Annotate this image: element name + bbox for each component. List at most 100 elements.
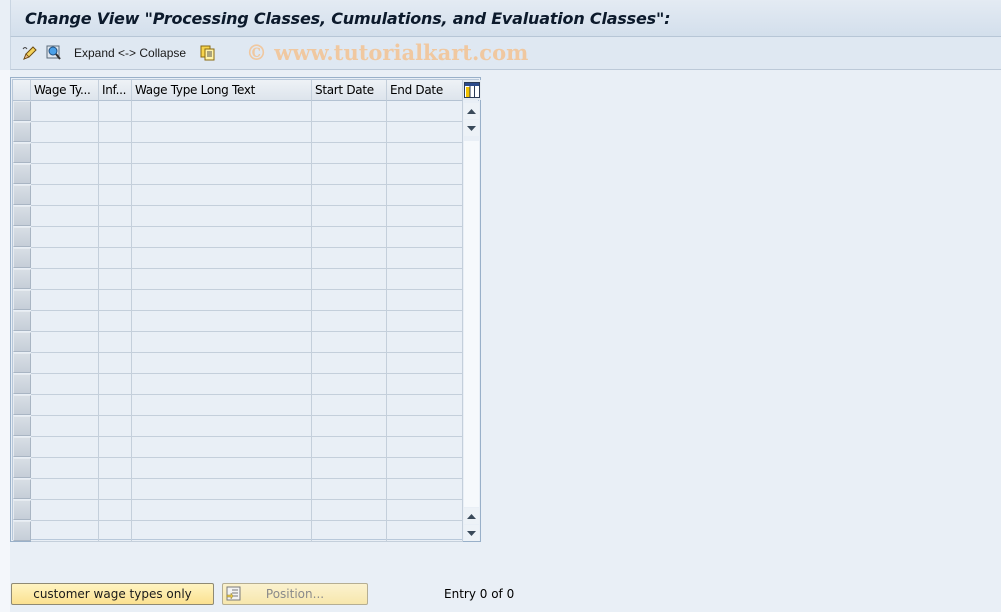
table-cell[interactable] — [31, 206, 99, 227]
row-selector[interactable] — [13, 353, 31, 373]
row-selector[interactable] — [13, 311, 31, 331]
row-selector[interactable] — [13, 374, 31, 394]
row-selector[interactable] — [13, 479, 31, 499]
table-cell[interactable] — [31, 500, 99, 521]
table-cell[interactable] — [387, 437, 463, 458]
table-cell[interactable] — [312, 227, 387, 248]
table-cell[interactable] — [387, 185, 463, 206]
table-cell[interactable] — [312, 395, 387, 416]
table-cell[interactable] — [312, 122, 387, 143]
scroll-up-button[interactable] — [464, 103, 479, 119]
table-cell[interactable] — [312, 269, 387, 290]
table-cell[interactable] — [99, 395, 132, 416]
table-cell[interactable] — [31, 122, 99, 143]
row-selector[interactable] — [13, 101, 31, 121]
table-cell[interactable] — [31, 164, 99, 185]
table-cell[interactable] — [99, 101, 132, 122]
table-cell[interactable] — [31, 269, 99, 290]
table-cell[interactable] — [99, 521, 132, 542]
table-cell[interactable] — [31, 227, 99, 248]
row-selector[interactable] — [13, 185, 31, 205]
table-cell[interactable] — [132, 416, 312, 437]
row-selector[interactable] — [13, 290, 31, 310]
table-cell[interactable] — [132, 101, 312, 122]
table-cell[interactable] — [31, 185, 99, 206]
edit-pencil-icon[interactable] — [21, 43, 39, 63]
table-cell[interactable] — [387, 458, 463, 479]
table-cell[interactable] — [387, 290, 463, 311]
table-cell[interactable] — [312, 458, 387, 479]
table-cell[interactable] — [132, 227, 312, 248]
table-cell[interactable] — [312, 290, 387, 311]
table-cell[interactable] — [312, 374, 387, 395]
row-selector[interactable] — [13, 227, 31, 247]
table-cell[interactable] — [312, 164, 387, 185]
vertical-scrollbar[interactable] — [463, 101, 480, 541]
table-cell[interactable] — [387, 122, 463, 143]
table-cell[interactable] — [312, 353, 387, 374]
table-cell[interactable] — [312, 416, 387, 437]
table-cell[interactable] — [132, 185, 312, 206]
table-cell[interactable] — [31, 101, 99, 122]
table-cell[interactable] — [387, 353, 463, 374]
table-cell[interactable] — [31, 290, 99, 311]
table-cell[interactable] — [31, 395, 99, 416]
row-selector[interactable] — [13, 122, 31, 142]
table-cell[interactable] — [387, 479, 463, 500]
table-cell[interactable] — [31, 374, 99, 395]
table-cell[interactable] — [387, 269, 463, 290]
table-cell[interactable] — [31, 458, 99, 479]
copy-icon[interactable] — [200, 43, 216, 63]
table-cell[interactable] — [312, 500, 387, 521]
table-cell[interactable] — [132, 311, 312, 332]
table-cell[interactable] — [387, 248, 463, 269]
table-cell[interactable] — [132, 143, 312, 164]
row-selector[interactable] — [13, 521, 31, 541]
column-header-wage-type[interactable]: Wage Ty... — [31, 80, 99, 101]
row-selector[interactable] — [13, 248, 31, 268]
table-settings-icon[interactable] — [463, 80, 481, 100]
table-cell[interactable] — [132, 206, 312, 227]
table-cell[interactable] — [99, 479, 132, 500]
table-cell[interactable] — [31, 416, 99, 437]
table-cell[interactable] — [31, 143, 99, 164]
table-cell[interactable] — [99, 164, 132, 185]
table-cell[interactable] — [387, 332, 463, 353]
table-cell[interactable] — [132, 290, 312, 311]
column-header-start-date[interactable]: Start Date — [312, 80, 387, 101]
table-cell[interactable] — [132, 500, 312, 521]
table-cell[interactable] — [99, 416, 132, 437]
table-cell[interactable] — [387, 416, 463, 437]
table-cell[interactable] — [99, 227, 132, 248]
table-cell[interactable] — [31, 332, 99, 353]
table-cell[interactable] — [312, 143, 387, 164]
table-cell[interactable] — [99, 206, 132, 227]
table-cell[interactable] — [387, 521, 463, 542]
scroll-down-button[interactable] — [464, 120, 479, 136]
table-cell[interactable] — [31, 437, 99, 458]
table-cell[interactable] — [132, 164, 312, 185]
page-up-button[interactable] — [464, 508, 479, 524]
table-cell[interactable] — [99, 332, 132, 353]
table-cell[interactable] — [132, 521, 312, 542]
row-selector[interactable] — [13, 143, 31, 163]
table-cell[interactable] — [132, 332, 312, 353]
table-cell[interactable] — [387, 206, 463, 227]
row-selector[interactable] — [13, 500, 31, 520]
table-cell[interactable] — [387, 227, 463, 248]
table-cell[interactable] — [99, 311, 132, 332]
table-cell[interactable] — [387, 101, 463, 122]
table-cell[interactable] — [387, 143, 463, 164]
table-cell[interactable] — [132, 122, 312, 143]
table-cell[interactable] — [31, 521, 99, 542]
table-cell[interactable] — [132, 437, 312, 458]
scroll-track[interactable] — [464, 141, 479, 507]
table-cell[interactable] — [387, 374, 463, 395]
row-selector[interactable] — [13, 164, 31, 184]
table-cell[interactable] — [99, 143, 132, 164]
table-cell[interactable] — [31, 248, 99, 269]
table-cell[interactable] — [99, 458, 132, 479]
table-cell[interactable] — [387, 164, 463, 185]
table-cell[interactable] — [312, 521, 387, 542]
row-selector[interactable] — [13, 458, 31, 478]
